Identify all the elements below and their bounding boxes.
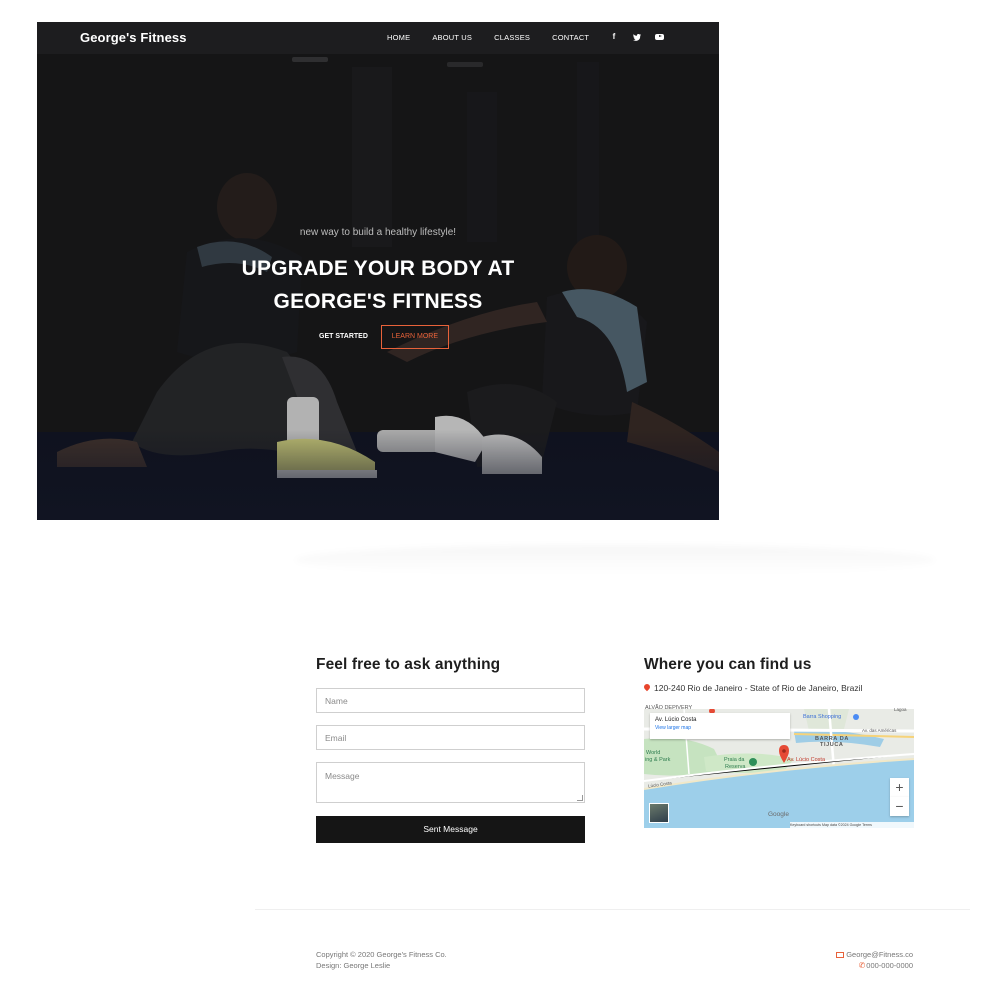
textarea-resize-handle[interactable] [577, 795, 583, 801]
map-satellite-toggle[interactable] [649, 803, 669, 823]
nav-link-home[interactable]: HOME [387, 33, 410, 42]
contact-form-title: Feel free to ask anything [316, 656, 501, 673]
nav-links: HOME ABOUT US CLASSES CONTACT [387, 33, 611, 42]
envelope-icon [836, 951, 845, 958]
footer-divider [255, 909, 970, 910]
social-links: f [609, 31, 665, 43]
map-label-pin: Av. Lúcio Costa [787, 757, 826, 763]
footer-phone-row: ✆ 000-000-0000 [836, 960, 913, 971]
map-label-top: ALVÃO DEPIVERY [645, 705, 693, 711]
footer-email[interactable]: George@Fitness.co [846, 949, 913, 960]
nav-link-classes[interactable]: CLASSES [494, 33, 530, 42]
twitter-icon[interactable] [632, 31, 642, 43]
facebook-icon[interactable]: f [609, 31, 619, 43]
map-label-park: World [646, 750, 661, 756]
phone-icon: ✆ [858, 961, 866, 970]
youtube-icon[interactable] [655, 31, 665, 43]
section-shadow [295, 545, 935, 575]
top-navbar: George's Fitness HOME ABOUT US CLASSES C… [37, 22, 719, 54]
footer-email-row: George@Fitness.co [836, 949, 913, 960]
email-input[interactable] [316, 725, 585, 750]
get-started-button[interactable]: GET STARTED [309, 325, 378, 349]
hero-cta-group: GET STARTED LEARN MORE [309, 325, 449, 349]
hero-section: George's Fitness HOME ABOUT US CLASSES C… [37, 22, 719, 520]
map-place-card: Av. Lúcio Costa View larger map [650, 713, 790, 739]
location-pin-icon [644, 684, 650, 692]
hero-subtitle: new way to build a healthy lifestyle! [299, 227, 457, 238]
map-label-praia: Praia da [724, 757, 745, 763]
footer-design-credit: Design: George Leslie [316, 961, 391, 970]
hero-title: UPGRADE YOUR BODY AT GEORGE'S FITNESS [37, 252, 719, 318]
map-label-reserva: Reserva [725, 764, 746, 770]
location-title: Where you can find us [644, 656, 812, 673]
google-logo: Google [768, 811, 789, 818]
learn-more-button[interactable]: LEARN MORE [380, 325, 449, 349]
footer-left: Copyright © 2020 George's Fitness Co. De… [316, 949, 447, 971]
map-zoom-in-button[interactable]: + [890, 778, 909, 797]
view-larger-map-link[interactable]: View larger map [655, 725, 785, 731]
map-attribution[interactable]: Keyboard shortcuts Map data ©2024 Google… [790, 822, 914, 828]
map-label-avenue: Av. das Américas [862, 728, 897, 733]
hero-title-line-1: UPGRADE YOUR BODY AT [241, 257, 515, 280]
map-label-tijuca: TIJUCA [820, 742, 844, 748]
brand-logo[interactable]: George's Fitness [80, 30, 187, 45]
nav-link-about-us[interactable]: ABOUT US [432, 33, 472, 42]
address-line: 120-240 Rio de Janeiro - State of Rio de… [644, 683, 862, 693]
hero-title-line-2: GEORGE'S FITNESS [273, 290, 483, 313]
map-label-park-2: ing & Park [645, 757, 671, 763]
footer-phone[interactable]: 000-000-0000 [866, 960, 913, 971]
nav-link-contact[interactable]: CONTACT [552, 33, 589, 42]
map-label-mall: Barra Shopping [803, 714, 842, 720]
map-place-title: Av. Lúcio Costa [655, 717, 697, 723]
send-message-button[interactable]: Sent Message [316, 816, 585, 843]
footer-copyright: Copyright © 2020 George's Fitness Co. [316, 950, 447, 959]
address-text: 120-240 Rio de Janeiro - State of Rio de… [654, 683, 863, 693]
footer-contact: George@Fitness.co ✆ 000-000-0000 [836, 949, 913, 971]
map-zoom-out-button[interactable]: − [890, 797, 909, 816]
name-input[interactable] [316, 688, 585, 713]
map-label-lagoa: Lagoa [894, 707, 907, 712]
message-textarea[interactable] [316, 762, 585, 803]
